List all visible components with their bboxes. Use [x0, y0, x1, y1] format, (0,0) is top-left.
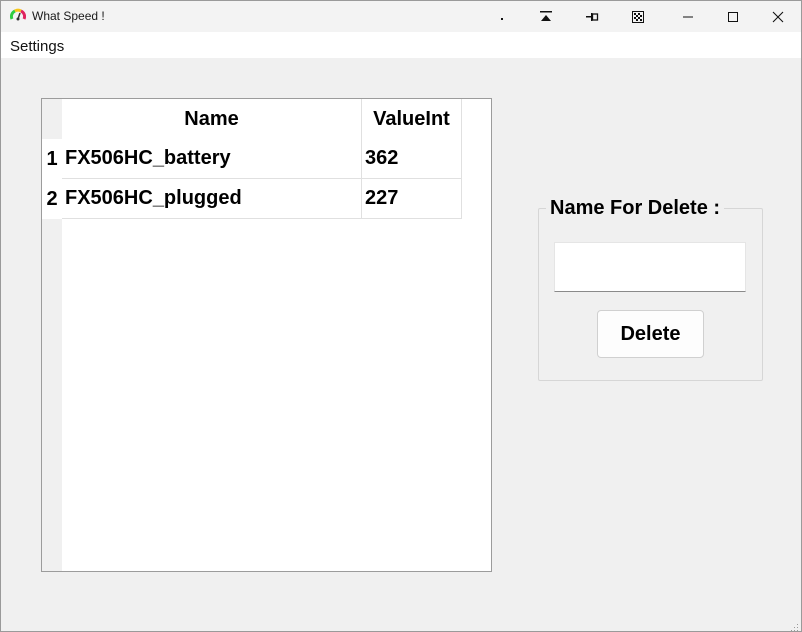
table-row[interactable]: 1 FX506HC_battery 362	[42, 139, 462, 179]
collapse-to-top-icon[interactable]	[523, 1, 569, 32]
checker-icon[interactable]	[615, 1, 661, 32]
dot-icon[interactable]	[479, 1, 525, 32]
cell-name[interactable]: FX506HC_battery	[62, 139, 362, 179]
name-for-delete-input[interactable]	[554, 242, 746, 292]
row-index[interactable]: 2	[42, 179, 62, 219]
column-header-valueint[interactable]: ValueInt	[362, 99, 462, 139]
menu-item-settings[interactable]: Settings	[10, 38, 64, 55]
delete-group-title: Name For Delete :	[546, 197, 725, 220]
data-table[interactable]: Name ValueInt 1 FX506HC_battery 362 2 FX…	[41, 98, 492, 572]
menu-bar: Settings	[1, 32, 801, 58]
maximize-icon[interactable]	[710, 1, 756, 32]
cell-name[interactable]: FX506HC_plugged	[62, 179, 362, 219]
speedometer-icon	[9, 8, 27, 24]
window-title: What Speed !	[32, 9, 105, 23]
minimize-icon[interactable]	[665, 1, 711, 32]
table-row[interactable]: 2 FX506HC_plugged 227	[42, 179, 462, 219]
cell-value[interactable]: 227	[362, 179, 462, 219]
app-window: What Speed ! Settings Name ValueInt 1 FX…	[0, 0, 802, 632]
table-corner[interactable]	[42, 99, 62, 139]
cell-value[interactable]: 362	[362, 139, 462, 179]
row-index[interactable]: 1	[42, 139, 62, 179]
close-icon[interactable]	[755, 1, 801, 32]
resize-grip-icon[interactable]	[789, 619, 799, 631]
title-bar[interactable]: What Speed !	[1, 1, 801, 32]
pin-icon[interactable]	[569, 1, 615, 32]
delete-button[interactable]: Delete	[597, 310, 704, 358]
column-header-name[interactable]: Name	[62, 99, 362, 139]
